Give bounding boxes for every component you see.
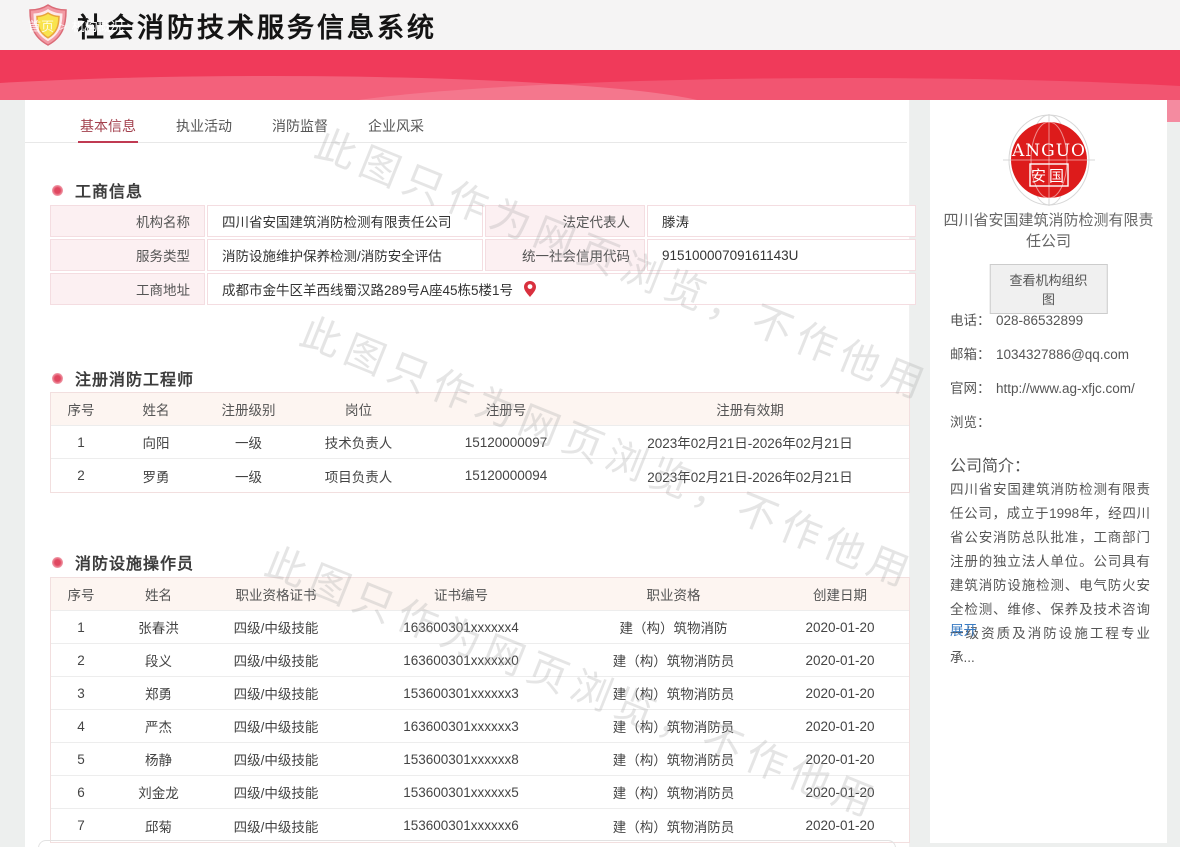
table-row: 1 向阳 一级 技术负责人 15120000097 2023年02月21日-20…: [51, 426, 909, 459]
column-header: 职业资格证书: [206, 584, 346, 604]
column-header: 序号: [51, 584, 111, 604]
engineers-table-body: 1 向阳 一级 技术负责人 15120000097 2023年02月21日-20…: [51, 426, 909, 492]
address-label: 工商地址: [50, 273, 205, 305]
org-name-label: 机构名称: [50, 205, 205, 237]
next-section-box: [38, 840, 896, 847]
page-title: 社会消防技术服务信息系统: [77, 6, 437, 45]
email-label: 邮箱：: [950, 344, 996, 365]
view-org-chart-button[interactable]: 查看机构组织图: [989, 264, 1108, 314]
table-row: 3 郑勇 四级/中级技能 153600301xxxxxx3 建（构）筑物消防员 …: [51, 677, 909, 710]
section-title-engineers: 注册消防工程师: [52, 366, 194, 390]
tab-item[interactable]: 企业风采: [366, 112, 426, 142]
app-header: 社会消防技术服务信息系统: [0, 0, 1180, 50]
expand-link[interactable]: 展开: [950, 619, 977, 639]
table-row: 1 张春洪 四级/中级技能 163600301xxxxxx4 建（构）筑物消防 …: [51, 611, 909, 644]
table-row: 5 杨静 四级/中级技能 153600301xxxxxx8 建（构）筑物消防员 …: [51, 743, 909, 776]
svg-text:ANGUO: ANGUO: [1011, 141, 1086, 161]
column-header: 序号: [51, 399, 111, 419]
banner: [0, 50, 1180, 100]
credit-code-label: 统一社会信用代码: [485, 239, 645, 271]
website-value[interactable]: http://www.ag-xfjc.com/: [996, 378, 1135, 399]
breadcrumb-current: 机构概况: [72, 19, 124, 34]
svg-text:安国: 安国: [1030, 167, 1066, 185]
views-label: 浏览：: [950, 412, 996, 433]
engineers-table-header: 序号姓名注册级别岗位注册号注册有效期: [51, 393, 909, 426]
engineers-table: 序号姓名注册级别岗位注册号注册有效期 1 向阳 一级 技术负责人 1512000…: [50, 392, 910, 493]
section-bullet-icon: [52, 557, 63, 568]
column-header: 姓名: [111, 584, 206, 604]
section-bullet-icon: [52, 373, 63, 384]
table-row: 7 邱菊 四级/中级技能 153600301xxxxxx6 建（构）筑物消防员 …: [51, 809, 909, 842]
table-row: 2 罗勇 一级 项目负责人 15120000094 2023年02月21日-20…: [51, 459, 909, 492]
column-header: 注册号: [421, 399, 591, 419]
anguo-company-logo: ANGUO 安国: [1001, 114, 1097, 206]
sidebar: ANGUO 安国 四川省安国建筑消防检测有限责任公司 查看机构组织图 电话： 0…: [930, 100, 1167, 843]
contact-info: 电话： 028-86532899 邮箱： 1034327886@qq.com 官…: [950, 310, 1150, 446]
legal-rep-label: 法定代表人: [485, 205, 645, 237]
address-value: 成都市金牛区羊西线蜀汉路289号A座45栋5楼1号: [207, 273, 916, 305]
service-type-value: 消防设施维护保养检测/消防安全评估: [207, 239, 483, 271]
credit-code-value: 91510000709161143U: [647, 239, 916, 271]
operators-table: 序号姓名职业资格证书证书编号职业资格创建日期 1 张春洪 四级/中级技能 163…: [50, 577, 910, 843]
tab-bar: 基本信息 执业活动 消防监督 企业风采: [25, 112, 907, 143]
company-intro-title: 公司简介：: [950, 452, 1030, 476]
column-header: 岗位: [296, 399, 421, 419]
tab-item[interactable]: 消防监督: [270, 112, 330, 142]
breadcrumb-separator: >: [59, 19, 67, 34]
company-intro-text: 四川省安国建筑消防检测有限责任公司，成立于1998年，经四川省公安消防总队批准，…: [950, 478, 1150, 670]
section-bullet-icon: [52, 185, 63, 196]
breadcrumb: 首页 > 机构概况: [28, 16, 124, 35]
phone-label: 电话：: [950, 310, 996, 331]
column-header: 注册有效期: [591, 399, 909, 419]
column-header: 注册级别: [201, 399, 296, 419]
table-row: 2 段义 四级/中级技能 163600301xxxxxx0 建（构）筑物消防员 …: [51, 644, 909, 677]
map-pin-icon[interactable]: [523, 280, 537, 298]
table-row: 4 严杰 四级/中级技能 163600301xxxxxx3 建（构）筑物消防员 …: [51, 710, 909, 743]
column-header: 职业资格: [576, 584, 771, 604]
section-title-operators: 消防设施操作员: [52, 550, 194, 574]
breadcrumb-home-link[interactable]: 首页: [28, 19, 54, 34]
column-header: 姓名: [111, 399, 201, 419]
business-info-table: 机构名称 四川省安国建筑消防检测有限责任公司 法定代表人 滕涛 服务类型 消防设…: [50, 205, 910, 305]
operators-table-body: 1 张春洪 四级/中级技能 163600301xxxxxx4 建（构）筑物消防 …: [51, 611, 909, 842]
tab-item[interactable]: 基本信息: [78, 112, 138, 142]
email-value: 1034327886@qq.com: [996, 344, 1129, 365]
service-type-label: 服务类型: [50, 239, 205, 271]
section-title-business-info: 工商信息: [52, 178, 143, 202]
main-content-panel: 基本信息 执业活动 消防监督 企业风采 工商信息 机构名称 四川省安国建筑消防检测有限…: [25, 100, 910, 847]
sidebar-company-name: 四川省安国建筑消防检测有限责任公司: [940, 210, 1157, 252]
org-name-value: 四川省安国建筑消防检测有限责任公司: [207, 205, 483, 237]
table-row: 6 刘金龙 四级/中级技能 153600301xxxxxx5 建（构）筑物消防员…: [51, 776, 909, 809]
column-header: 创建日期: [771, 584, 909, 604]
operators-table-header: 序号姓名职业资格证书证书编号职业资格创建日期: [51, 578, 909, 611]
phone-value: 028-86532899: [996, 310, 1083, 331]
legal-rep-value: 滕涛: [647, 205, 916, 237]
column-header: 证书编号: [346, 584, 576, 604]
website-label: 官网：: [950, 378, 996, 399]
tab-item[interactable]: 执业活动: [174, 112, 234, 142]
